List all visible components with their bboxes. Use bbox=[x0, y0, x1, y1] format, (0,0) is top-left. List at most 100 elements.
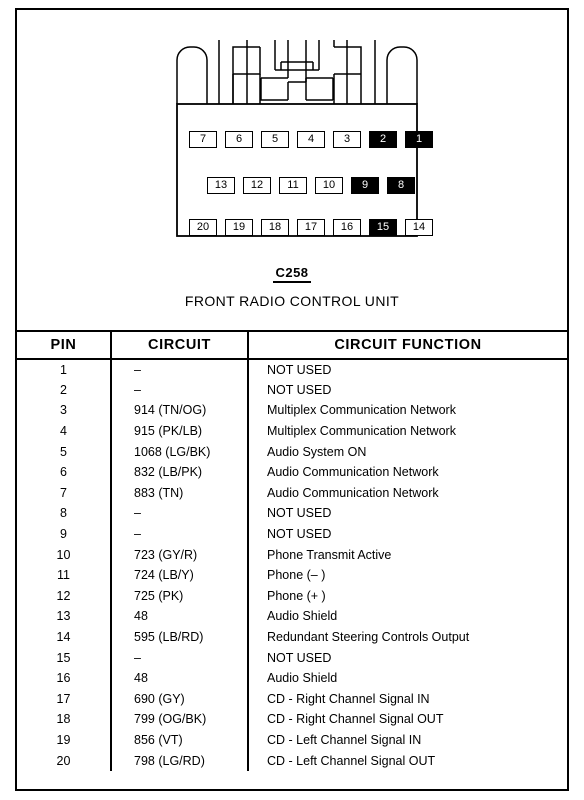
cell-pin: 1 bbox=[17, 359, 112, 380]
pin-box-15[interactable]: 15 bbox=[369, 219, 397, 236]
cell-circuit-function: Audio System ON bbox=[267, 444, 367, 459]
cell-circuit: 48 bbox=[111, 606, 249, 627]
cell-circuit-function: CD - Right Channel Signal OUT bbox=[267, 712, 444, 727]
pin-box-7[interactable]: 7 bbox=[189, 131, 217, 148]
cell-circuit: – bbox=[111, 647, 249, 668]
table-row: 13 48 Audio Shield bbox=[17, 606, 567, 627]
pin-box-10[interactable]: 10 bbox=[315, 177, 343, 194]
column-header-pin: PIN bbox=[17, 332, 112, 360]
cell-circuit: 725 (PK) bbox=[111, 585, 249, 607]
cell-pin: 17 bbox=[17, 688, 112, 710]
cell-circuit-function: CD - Right Channel Signal IN bbox=[267, 691, 430, 706]
pin-box-4[interactable]: 4 bbox=[297, 131, 325, 148]
diagram-page: 7 6 5 4 3 2 1 13 12 11 10 9 8 20 19 18 1… bbox=[15, 8, 569, 791]
table-row: 3 914 (TN/OG) Multiplex Communication Netw… bbox=[17, 400, 567, 421]
cell-circuit: 799 (OG/BK) bbox=[111, 709, 249, 730]
cell-circuit-function: CD - Left Channel Signal OUT bbox=[267, 753, 436, 768]
cell-pin: 10 bbox=[17, 544, 112, 565]
cell-circuit-function: Phone Transmit Active bbox=[267, 547, 392, 562]
table-row: 15– NOT USED bbox=[17, 647, 567, 668]
connector-diagram: 7 6 5 4 3 2 1 13 12 11 10 9 8 20 19 18 1… bbox=[17, 10, 567, 330]
table-row: 6 832 (LB/PK) Audio Communication Network bbox=[17, 461, 567, 483]
table-row: 12 725 (PK) Phone (+ ) bbox=[17, 585, 567, 607]
cell-pin: 14 bbox=[17, 626, 112, 648]
cell-circuit-function: Audio Communication Network bbox=[267, 485, 439, 500]
pin-box-6[interactable]: 6 bbox=[225, 131, 253, 148]
pin-box-9[interactable]: 9 bbox=[351, 177, 379, 194]
cell-pin: 13 bbox=[17, 606, 112, 627]
table-row: 9– NOT USED bbox=[17, 523, 567, 545]
cell-circuit: 48 bbox=[111, 667, 249, 689]
cell-circuit-function: Audio Shield bbox=[267, 671, 338, 686]
pin-function-table: PIN CIRCUIT CIRCUIT FUNCTION 1– NOT USED 2… bbox=[17, 330, 567, 789]
cell-pin: 8 bbox=[17, 503, 112, 524]
cell-circuit-function: Multiplex Communication Network bbox=[267, 424, 456, 439]
connector-label-text: C258 bbox=[273, 265, 311, 283]
cell-pin: 5 bbox=[17, 441, 112, 462]
column-header-function: CIRCUIT FUNCTION bbox=[248, 332, 567, 360]
cell-circuit-function: Phone (– ) bbox=[267, 568, 326, 583]
table-row: 7 883 (TN) Audio Communication Network bbox=[17, 482, 567, 504]
cell-circuit: 883 (TN) bbox=[111, 482, 249, 504]
pin-box-17[interactable]: 17 bbox=[297, 219, 325, 236]
cell-circuit-function: NOT USED bbox=[267, 527, 332, 542]
pin-box-1[interactable]: 1 bbox=[405, 131, 433, 148]
table-row: 14 595 (LB/RD) Redundant Steering Controls… bbox=[17, 626, 567, 648]
table-row: 11 724 (LB/Y) Phone (– ) bbox=[17, 564, 567, 586]
cell-circuit-function: Audio Communication Network bbox=[267, 465, 439, 480]
table-row: 20 798 (LG/RD) CD - Left Channel Signal OU… bbox=[17, 750, 567, 771]
table-row: 16 48 Audio Shield bbox=[17, 667, 567, 689]
cell-pin: 9 bbox=[17, 523, 112, 545]
table-row: 10 723 (GY/R) Phone Transmit Active bbox=[17, 544, 567, 565]
cell-circuit: 798 (LG/RD) bbox=[111, 750, 249, 771]
pin-box-11[interactable]: 11 bbox=[279, 177, 307, 194]
pin-box-12[interactable]: 12 bbox=[243, 177, 271, 194]
pin-box-14[interactable]: 14 bbox=[405, 219, 433, 236]
cell-pin: 3 bbox=[17, 400, 112, 421]
cell-circuit: 915 (PK/LB) bbox=[111, 420, 249, 442]
cell-circuit-function: Redundant Steering Controls Output bbox=[267, 630, 470, 645]
cell-pin: 6 bbox=[17, 461, 112, 483]
cell-circuit: – bbox=[111, 503, 249, 524]
cell-circuit-function: Audio Shield bbox=[267, 609, 338, 624]
table-row: 2– NOT USED bbox=[17, 379, 567, 401]
cell-pin: 7 bbox=[17, 482, 112, 504]
pin-box-8[interactable]: 8 bbox=[387, 177, 415, 194]
pin-box-3[interactable]: 3 bbox=[333, 131, 361, 148]
cell-pin: 12 bbox=[17, 585, 112, 607]
cell-circuit: 832 (LB/PK) bbox=[111, 461, 249, 483]
cell-pin: 15 bbox=[17, 647, 112, 668]
cell-circuit: 1068 (LG/BK) bbox=[111, 441, 249, 462]
cell-circuit-function: NOT USED bbox=[267, 362, 332, 377]
pin-box-16[interactable]: 16 bbox=[333, 219, 361, 236]
cell-circuit-function: NOT USED bbox=[267, 506, 332, 521]
cell-circuit: 723 (GY/R) bbox=[111, 544, 249, 565]
pin-box-19[interactable]: 19 bbox=[225, 219, 253, 236]
cell-circuit: 595 (LB/RD) bbox=[111, 626, 249, 648]
cell-pin: 4 bbox=[17, 420, 112, 442]
cell-circuit-function: NOT USED bbox=[267, 382, 332, 397]
cell-circuit-function: Multiplex Communication Network bbox=[267, 403, 456, 418]
cell-circuit: – bbox=[111, 359, 249, 380]
table-row: 4 915 (PK/LB) Multiplex Communication Netw… bbox=[17, 420, 567, 442]
table-row: 8– NOT USED bbox=[17, 503, 567, 524]
table-row: 18 799 (OG/BK) CD - Right Channel Signal O… bbox=[17, 709, 567, 730]
cell-circuit: – bbox=[111, 523, 249, 545]
cell-circuit: 856 (VT) bbox=[111, 729, 249, 751]
cell-pin: 2 bbox=[17, 379, 112, 401]
cell-circuit-function: CD - Left Channel Signal IN bbox=[267, 732, 422, 747]
pin-box-2[interactable]: 2 bbox=[369, 131, 397, 148]
cell-pin: 11 bbox=[17, 564, 112, 586]
connector-subtitle: FRONT RADIO CONTROL UNIT bbox=[184, 293, 400, 309]
cell-circuit: – bbox=[111, 379, 249, 401]
table-row: 1– NOT USED bbox=[17, 359, 567, 380]
cell-circuit: 690 (GY) bbox=[111, 688, 249, 710]
cell-circuit: 724 (LB/Y) bbox=[111, 564, 249, 586]
pin-box-20[interactable]: 20 bbox=[189, 219, 217, 236]
table-row: 17 690 (GY) CD - Right Channel Signal IN bbox=[17, 688, 567, 710]
table-header-row: PIN CIRCUIT CIRCUIT FUNCTION bbox=[17, 332, 567, 360]
cell-circuit-function: NOT USED bbox=[267, 650, 332, 665]
pin-box-18[interactable]: 18 bbox=[261, 219, 289, 236]
pin-box-5[interactable]: 5 bbox=[261, 131, 289, 148]
pin-box-13[interactable]: 13 bbox=[207, 177, 235, 194]
